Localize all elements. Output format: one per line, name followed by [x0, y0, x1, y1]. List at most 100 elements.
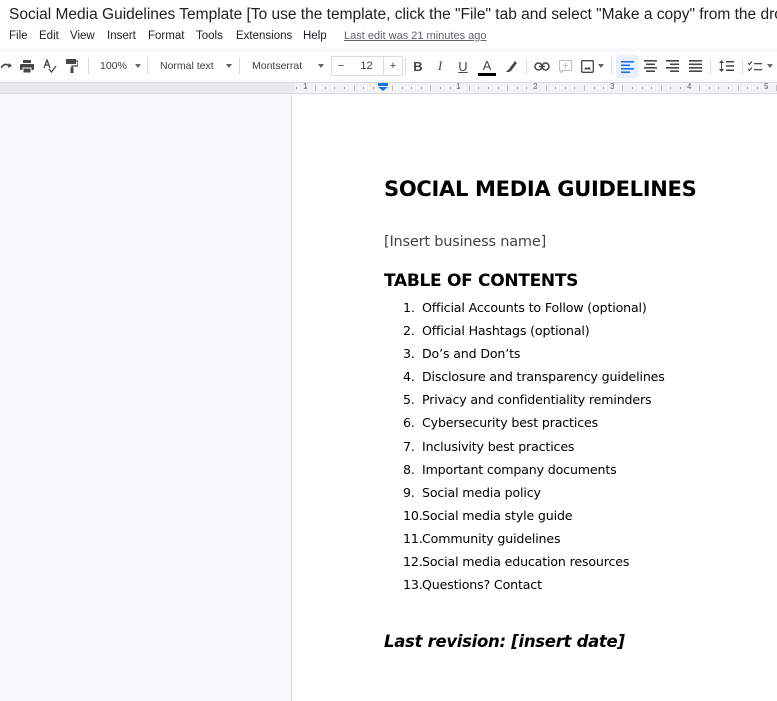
ruler-tick — [660, 85, 662, 91]
chevron-down-icon — [134, 64, 141, 68]
ruler-tick — [353, 85, 355, 91]
title-bar: Social Media Guidelines Template [To use… — [0, 0, 777, 30]
toc-list-item: 10. Social media style guide — [403, 508, 777, 531]
font-size-input[interactable]: 12 — [350, 56, 383, 76]
underline-button[interactable]: U — [455, 52, 471, 80]
toc-item-text: Social media education resources — [422, 554, 630, 570]
font-value: Montserrat — [252, 60, 303, 72]
ruler-tick — [497, 87, 499, 89]
highlight-color-button[interactable] — [502, 52, 520, 80]
paragraph-style-select[interactable]: Normal text — [160, 52, 232, 80]
toolbar-divider — [147, 58, 148, 74]
align-left-icon — [620, 60, 634, 73]
print-button[interactable] — [18, 52, 36, 80]
ruler-tick — [756, 87, 758, 89]
bold-button[interactable]: B — [410, 52, 426, 80]
toc-item-text: Inclusivity best practices — [422, 438, 575, 454]
toc-item-number: 12. — [403, 554, 423, 570]
justify-button[interactable] — [685, 52, 705, 80]
text-color-button[interactable]: A — [478, 52, 496, 80]
insert-image-button[interactable] — [578, 52, 606, 80]
minus-icon: − — [337, 60, 345, 72]
align-left-button[interactable] — [616, 55, 638, 78]
toc-list-item: 7. Inclusivity best practices — [403, 439, 777, 462]
menu-view[interactable]: View — [70, 30, 95, 42]
ruler-tick — [699, 85, 701, 91]
menu-extensions[interactable]: Extensions — [236, 30, 292, 42]
toc-list-item: 13. Questions? Contact — [403, 577, 777, 600]
toc-heading: TABLE OF CONTENTS — [384, 271, 579, 291]
ruler-tick — [488, 87, 489, 89]
ruler-tick — [584, 85, 585, 91]
table-of-contents: 1. Official Accounts to Follow (optional)… — [403, 300, 777, 600]
ruler[interactable]: 1 1 2 3 4 5 — [0, 82, 777, 94]
document-page[interactable]: SOCIAL MEDIA GUIDELINES [Insert business… — [291, 95, 777, 701]
increase-font-size-button[interactable]: + — [383, 56, 403, 76]
toc-list-item: 12. Social media education resources — [403, 554, 777, 577]
font-select[interactable]: Montserrat — [252, 52, 325, 80]
menu-help[interactable]: Help — [303, 30, 327, 42]
toc-item-text: Official Hashtags (optional) — [422, 323, 590, 339]
paint-format-button[interactable] — [63, 52, 81, 80]
menu-insert[interactable]: Insert — [107, 30, 136, 42]
add-comment-button[interactable] — [556, 52, 574, 80]
paragraph-style-value: Normal text — [160, 60, 214, 72]
ruler-tick — [305, 87, 307, 89]
menu-edit[interactable]: Edit — [39, 30, 59, 42]
menu-tools[interactable]: Tools — [196, 30, 223, 42]
ruler-tick — [545, 85, 547, 91]
align-center-button[interactable] — [640, 52, 660, 80]
checklist-button[interactable] — [748, 52, 777, 80]
line-spacing-button[interactable] — [715, 52, 737, 80]
document-heading: SOCIAL MEDIA GUIDELINES — [384, 177, 697, 201]
toolbar-divider — [526, 58, 527, 74]
ruler-tick — [440, 87, 441, 89]
underline-icon: U — [458, 58, 468, 74]
business-name-placeholder: [Insert business name] — [384, 234, 547, 250]
ruler-tick — [766, 87, 768, 89]
toolbar-divider — [710, 58, 711, 74]
redo-button[interactable] — [0, 52, 14, 80]
ruler-tick — [689, 87, 691, 89]
toc-item-text: Community guidelines — [422, 530, 561, 546]
toc-item-text: Disclosure and transparency guidelines — [422, 369, 665, 385]
italic-icon: I — [437, 58, 443, 73]
menu-format[interactable]: Format — [148, 30, 184, 42]
zoom-select[interactable]: 100% — [100, 52, 141, 80]
toc-list-item: 5. Privacy and confidentiality reminders — [403, 392, 777, 415]
last-edit-link[interactable]: Last edit was 21 minutes ago — [344, 30, 486, 42]
ruler-tick — [372, 87, 374, 89]
ruler-tick — [632, 87, 633, 89]
toc-item-text: Privacy and confidentiality reminders — [422, 392, 652, 408]
ruler-tick — [392, 85, 393, 91]
toolbar-divider — [88, 58, 89, 74]
redo-icon — [1, 63, 12, 69]
toc-list-item: 3. Do’s and Don’ts — [403, 346, 777, 369]
line-spacing-icon — [718, 60, 734, 72]
toolbar-divider — [405, 58, 406, 74]
ruler-tick — [718, 87, 720, 89]
ruler-tick — [593, 87, 595, 89]
ruler-tick — [536, 87, 537, 89]
toc-item-text: Questions? Contact — [422, 577, 542, 593]
spellcheck-button[interactable] — [41, 52, 59, 80]
document-title[interactable]: Social Media Guidelines Template [To use… — [9, 6, 777, 24]
ruler-tick — [468, 85, 470, 91]
menu-bar: File Edit View Insert Format Tools Exten… — [0, 28, 777, 48]
ruler-tick — [363, 87, 365, 89]
align-right-button[interactable] — [662, 52, 682, 80]
indent-marker-icon[interactable] — [378, 83, 388, 91]
ruler-tick — [296, 87, 297, 89]
chevron-down-icon — [318, 64, 325, 68]
italic-button[interactable]: I — [432, 52, 448, 80]
toc-item-text: Important company documents — [422, 461, 617, 477]
ruler-tick — [622, 85, 624, 91]
menu-file[interactable]: File — [9, 30, 28, 42]
toc-list-item: 9. Social media policy — [403, 485, 777, 508]
toc-item-text: Cybersecurity best practices — [422, 415, 598, 431]
add-comment-icon — [558, 59, 572, 73]
toc-item-text: Social media policy — [422, 484, 541, 500]
decrease-font-size-button[interactable]: − — [331, 56, 351, 76]
insert-link-button[interactable] — [532, 52, 552, 80]
ruler-tick — [651, 87, 653, 89]
